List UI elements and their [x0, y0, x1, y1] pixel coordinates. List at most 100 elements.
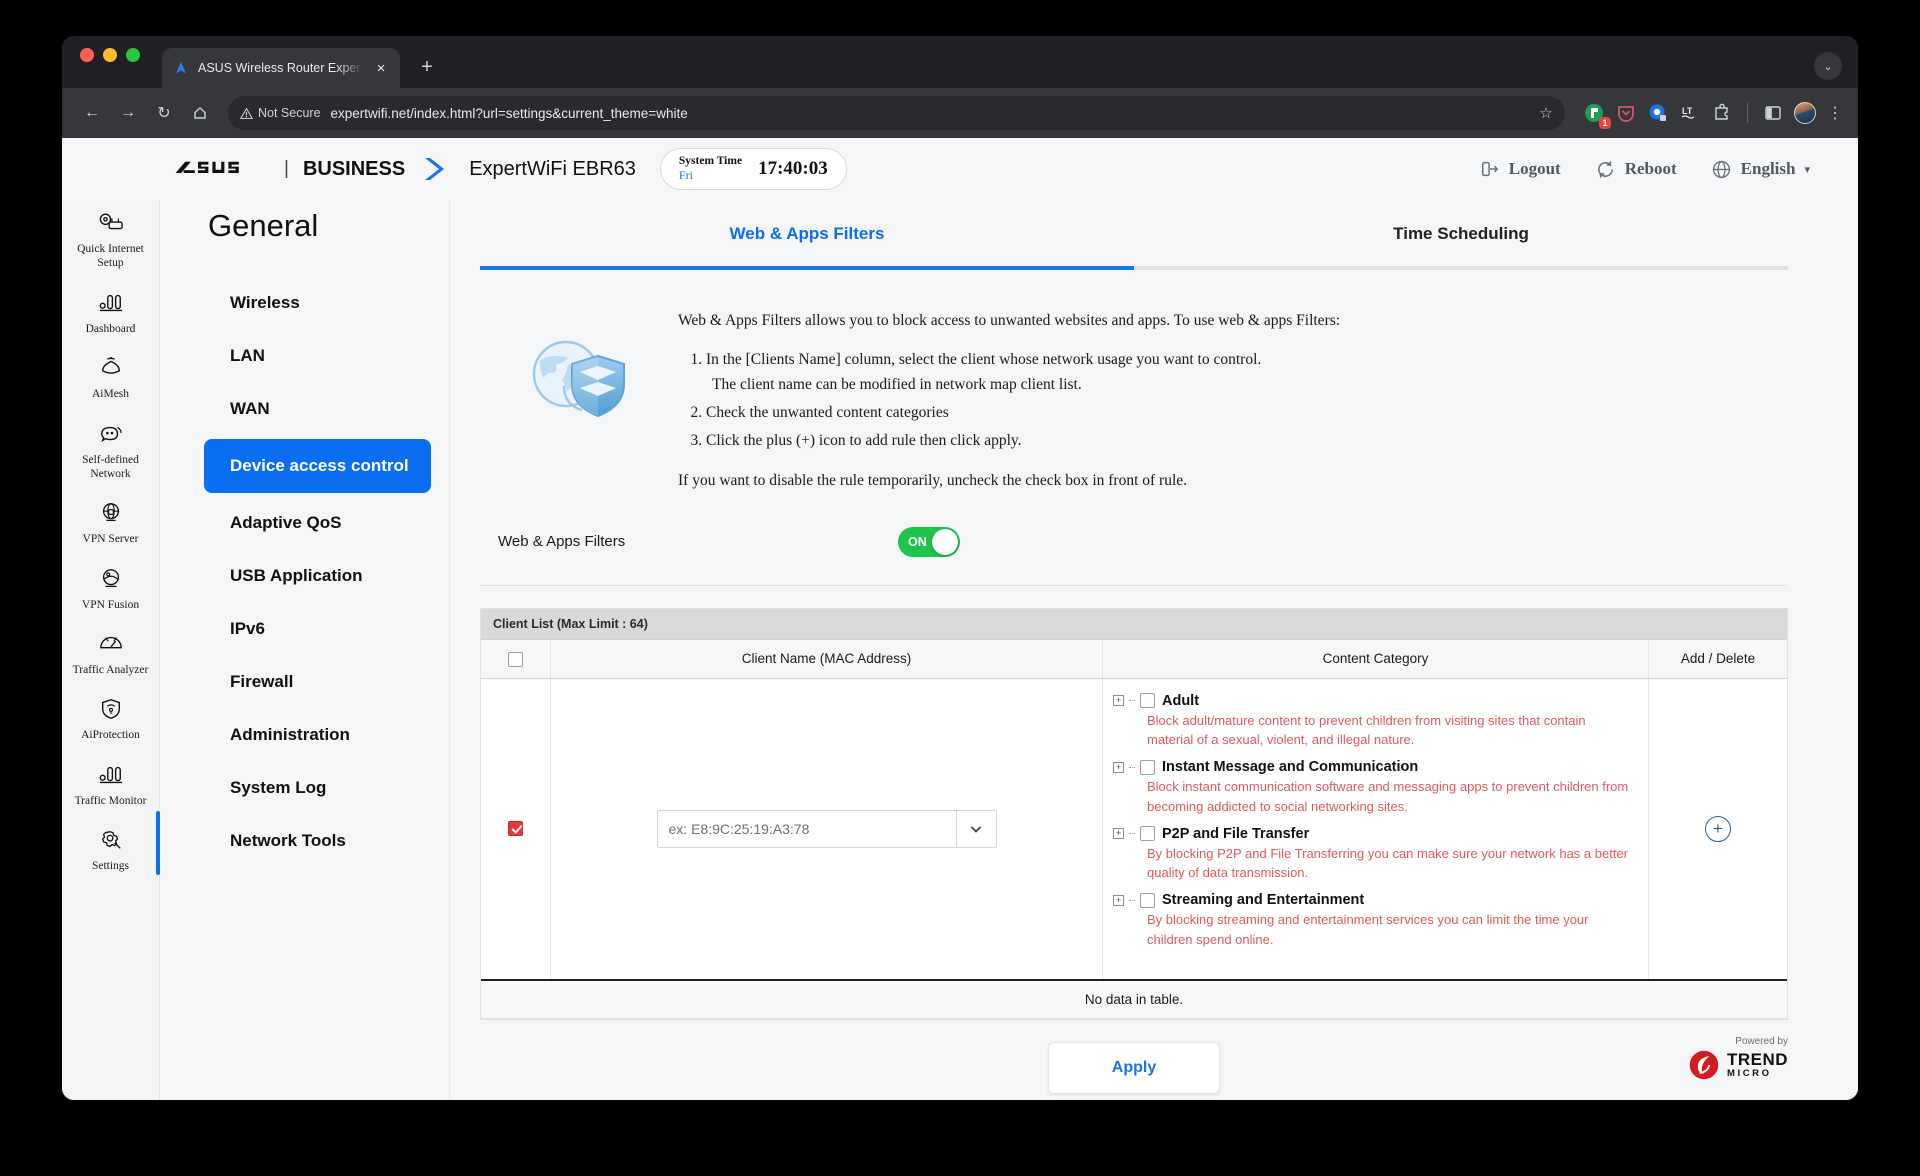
category-instant-message-checkbox[interactable]	[1140, 759, 1155, 775]
business-label: BUSINESS	[302, 157, 406, 180]
menu-item-administration[interactable]: Administration	[182, 712, 427, 758]
expand-icon[interactable]: +	[1113, 828, 1124, 840]
system-time-value: 17:40:03	[758, 157, 828, 179]
logout-button[interactable]: Logout	[1480, 159, 1561, 179]
not-secure-label: Not Secure	[258, 106, 321, 120]
side-panel-icon[interactable]	[1762, 102, 1784, 124]
trend-micro-mark-icon	[1689, 1050, 1719, 1079]
menu-item-system-log[interactable]: System Log	[182, 765, 427, 811]
category-adult-header: + Adult	[1113, 693, 1634, 709]
row-enable-checkbox[interactable]	[508, 821, 523, 837]
sidebar-item-dashboard[interactable]: Dashboard	[62, 280, 159, 345]
menu-item-device-access-control[interactable]: Device access control	[204, 439, 431, 493]
powered-by-trend-micro: Powered by TREND MICRO	[1688, 1036, 1788, 1081]
forward-button[interactable]: →	[112, 97, 144, 129]
menu-item-adaptive-qos[interactable]: Adaptive QoS	[182, 500, 427, 546]
category-instant-message-header: + Instant Message and Communication	[1113, 759, 1634, 775]
category-adult: + Adult Block adult/mature content to pr…	[1113, 693, 1634, 758]
select-all-checkbox[interactable]	[508, 651, 523, 667]
privacy-badger-icon[interactable]	[1647, 102, 1669, 124]
chevron-down-icon	[970, 825, 982, 833]
home-button[interactable]	[184, 97, 216, 129]
minimize-window-button[interactable]	[103, 48, 117, 62]
language-tool-icon[interactable]: LT	[1679, 102, 1701, 124]
menu-item-firewall[interactable]: Firewall	[182, 659, 427, 705]
tab-web-apps-filters[interactable]: Web & Apps Filters	[480, 224, 1134, 266]
category-adult-checkbox[interactable]	[1140, 693, 1155, 709]
extensions-puzzle-icon[interactable]	[1711, 102, 1733, 124]
category-instant-message-label: Instant Message and Communication	[1162, 759, 1419, 776]
menu-item-wireless[interactable]: Wireless	[182, 280, 427, 326]
brand-divider: |	[284, 158, 289, 179]
add-rule-cell: +	[1649, 679, 1787, 979]
content-tabs: Web & Apps Filters Time Scheduling	[480, 224, 1788, 266]
sidebar-label: AiProtection	[81, 729, 140, 742]
close-tab-button[interactable]: ×	[372, 61, 390, 76]
new-tab-button[interactable]: +	[414, 56, 440, 79]
menu-item-ipv6[interactable]: IPv6	[182, 606, 427, 652]
header-actions: Logout Reboot English ▾	[1480, 159, 1858, 180]
expand-icon[interactable]: +	[1113, 761, 1124, 773]
sidebar-item-self-defined-network[interactable]: Self-defined Network	[62, 411, 159, 491]
not-secure-indicator[interactable]: Not Secure	[240, 106, 331, 120]
extension-green-badge-icon[interactable]: 1	[1583, 102, 1611, 129]
maximize-window-button[interactable]	[126, 48, 140, 62]
tab-time-scheduling[interactable]: Time Scheduling	[1134, 224, 1788, 266]
browser-tabstrip: ASUS Wireless Router Exper × + ⌄	[62, 36, 1858, 88]
sidebar-item-vpn-fusion[interactable]: VPN Fusion	[62, 556, 159, 621]
web-filter-illustration	[520, 308, 640, 493]
logout-icon	[1481, 161, 1499, 177]
browser-tab[interactable]: ASUS Wireless Router Exper ×	[162, 48, 400, 88]
sidebar-item-aimesh[interactable]: AiMesh	[62, 345, 159, 410]
add-delete-header: Add / Delete	[1680, 650, 1756, 666]
intro-text: Web & Apps Filters allows you to block a…	[678, 308, 1340, 493]
category-p2p-checkbox[interactable]	[1140, 826, 1155, 842]
menu-item-network-tools[interactable]: Network Tools	[182, 818, 427, 864]
category-streaming-checkbox[interactable]	[1140, 892, 1155, 908]
router-header: | BUSINESS ExpertWiFi EBR63 System Time …	[62, 138, 1858, 200]
tree-connector	[1129, 833, 1135, 835]
profile-avatar[interactable]	[1794, 102, 1816, 124]
apply-button[interactable]: Apply	[1048, 1041, 1220, 1094]
intro-lead: Web & Apps Filters allows you to block a…	[678, 312, 1341, 329]
sidebar-item-traffic-monitor[interactable]: Traffic Monitor	[62, 752, 159, 817]
sidebar-item-traffic-analyzer[interactable]: Traffic Analyzer	[62, 621, 159, 686]
sidebar-item-aiprotection[interactable]: AiProtection	[62, 686, 159, 751]
tab-underline-inactive	[1134, 266, 1788, 270]
bookmark-star-icon[interactable]: ☆	[1531, 104, 1561, 122]
sidebar-item-settings[interactable]: Settings	[62, 811, 160, 882]
self-defined-network-icon	[96, 420, 126, 448]
language-selector[interactable]: English ▾	[1711, 159, 1810, 180]
traffic-analyzer-icon	[96, 630, 126, 658]
menu-item-wan[interactable]: WAN	[182, 386, 427, 432]
expand-icon[interactable]: +	[1113, 894, 1124, 906]
intro-step-3: Click the plus (+) icon to add rule then…	[706, 428, 1340, 453]
reload-button[interactable]: ↻	[148, 97, 180, 129]
address-bar[interactable]: Not Secure expertwifi.net/index.html?url…	[228, 96, 1565, 130]
browser-menu-icon[interactable]: ⋮	[1826, 103, 1844, 123]
expand-icon[interactable]: +	[1113, 695, 1124, 707]
web-apps-filters-toggle[interactable]: ON	[898, 526, 960, 557]
menu-item-usb-application[interactable]: USB Application	[182, 553, 427, 599]
close-window-button[interactable]	[80, 48, 94, 62]
client-mac-input[interactable]	[656, 809, 957, 848]
main-content: Web & Apps Filters Time Scheduling Web &…	[450, 138, 1858, 1100]
sidebar-label: Traffic Monitor	[74, 794, 147, 807]
pocket-shield-icon[interactable]	[1615, 102, 1637, 124]
intro-steps: In the [Clients Name] column, select the…	[706, 347, 1340, 453]
intro-step-1-text: In the [Clients Name] column, select the…	[706, 351, 1262, 369]
url-text[interactable]: expertwifi.net/index.html?url=settings&c…	[331, 106, 1531, 121]
table-empty-message: No data in table.	[481, 978, 1787, 1019]
sidebar-item-vpn-server[interactable]: VPN Server	[62, 490, 159, 555]
reboot-button[interactable]: Reboot	[1595, 159, 1677, 180]
quick-internet-setup-icon	[96, 209, 126, 237]
sidebar-item-quick-internet-setup[interactable]: Quick Internet Setup	[62, 200, 159, 280]
system-time-day: Fri	[678, 167, 693, 182]
row-enable-cell	[481, 678, 551, 979]
intro-step-1-sub: The client name can be modified in netwo…	[712, 376, 1082, 394]
add-rule-button[interactable]: +	[1705, 815, 1731, 842]
tabstrip-menu-button[interactable]: ⌄	[1814, 52, 1842, 80]
back-button[interactable]: ←	[76, 97, 108, 129]
menu-item-lan[interactable]: LAN	[182, 333, 427, 379]
client-mac-dropdown-button[interactable]	[956, 809, 997, 848]
